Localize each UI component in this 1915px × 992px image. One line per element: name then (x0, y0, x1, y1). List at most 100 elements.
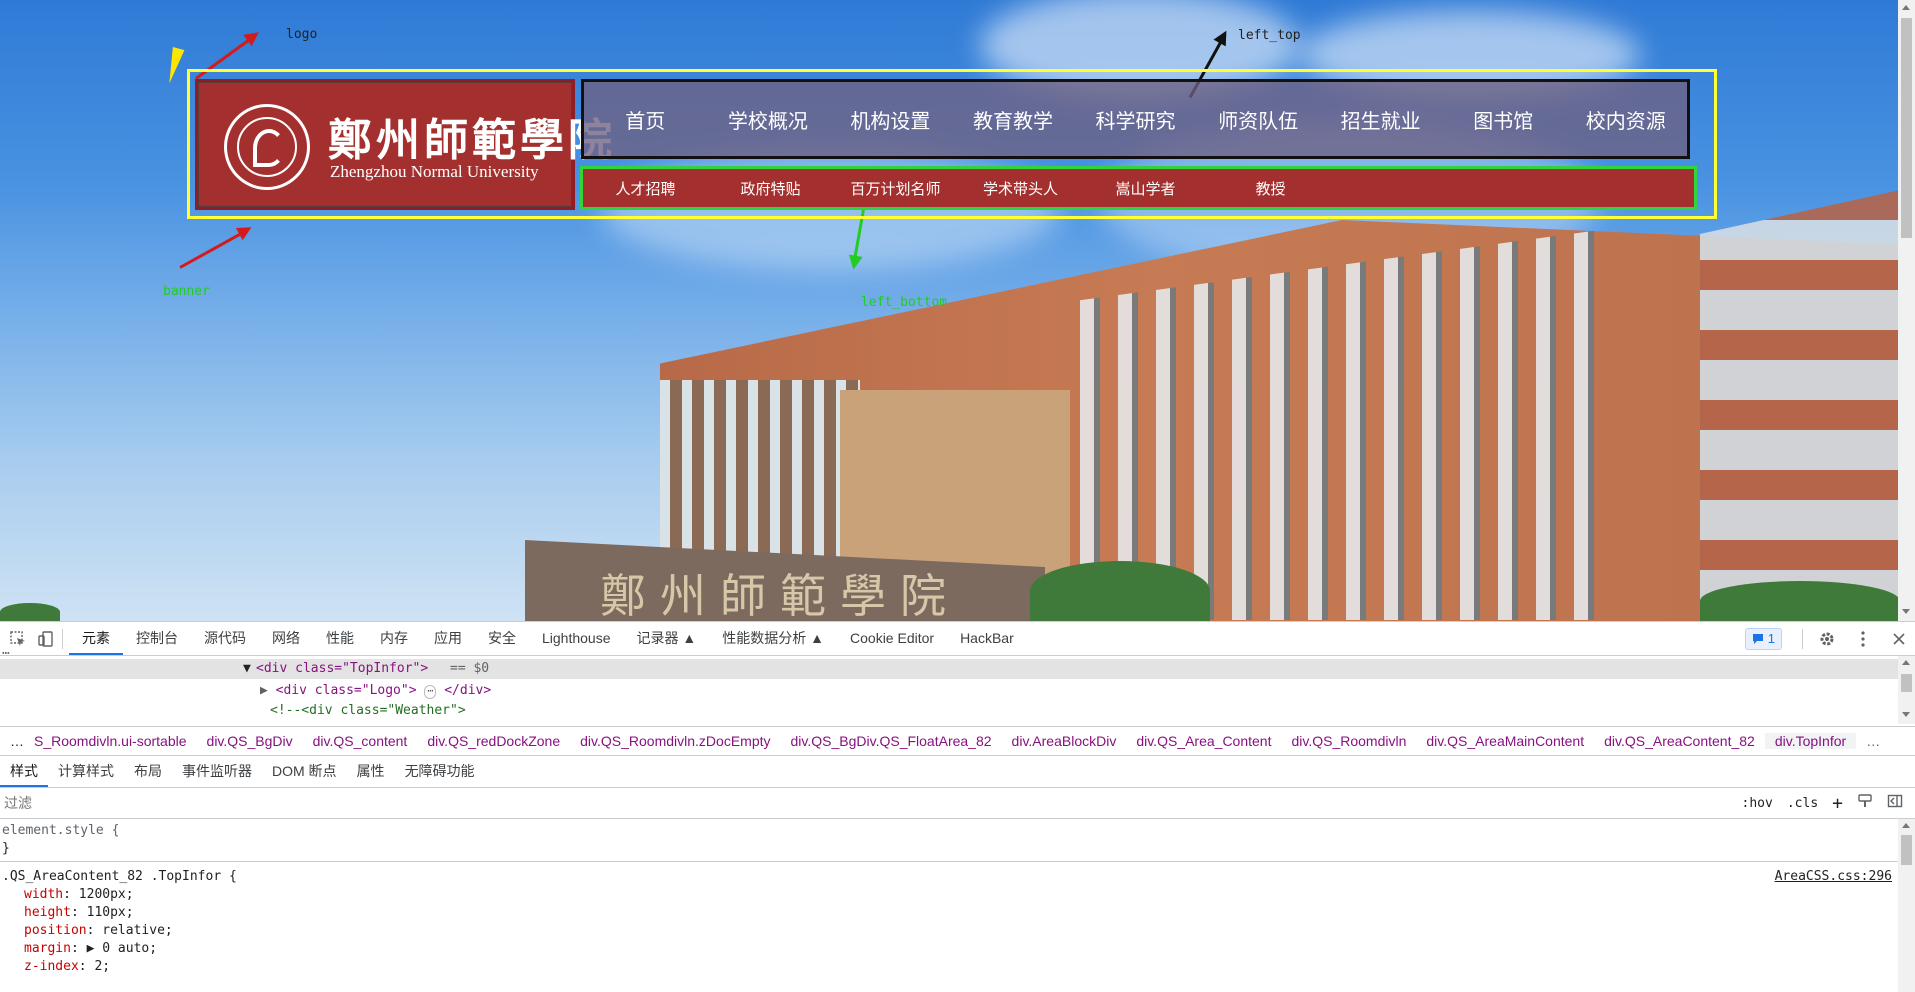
tab-elements[interactable]: 元素 (69, 622, 123, 655)
nav-organization[interactable]: 机构设置 (829, 105, 952, 134)
styles-filter-input[interactable] (0, 790, 1696, 816)
subnav-professors[interactable]: 教授 (1208, 178, 1333, 199)
nav-research[interactable]: 科学研究 (1074, 105, 1197, 134)
tab-performance[interactable]: 性能 (313, 622, 367, 655)
new-rule-button[interactable]: + (1832, 793, 1843, 814)
breadcrumb-item[interactable]: div.QS_redDockZone (417, 733, 570, 749)
expand-triangle-icon[interactable]: ▼ (243, 659, 251, 679)
settings-gear-icon[interactable] (1817, 629, 1837, 649)
nav-school-overview[interactable]: 学校概况 (707, 105, 830, 134)
tab-sources[interactable]: 源代码 (191, 622, 259, 655)
devtools-right-actions: 1 (1744, 622, 1915, 655)
tab-cookie-editor[interactable]: Cookie Editor (837, 622, 947, 655)
tab-event-listeners[interactable]: 事件监听器 (172, 755, 262, 787)
dom-node-selected[interactable]: ▼ <div class="TopInfor"> == $0 (0, 659, 1898, 679)
breadcrumb-overflow-left[interactable]: … (0, 733, 34, 749)
tab-memory[interactable]: 内存 (367, 622, 421, 655)
subnav-government-allowance[interactable]: 政府特贴 (708, 178, 833, 199)
bush (1030, 561, 1210, 621)
building-right-wing (1700, 190, 1898, 621)
issue-chat-icon (1752, 633, 1763, 644)
nav-faculty[interactable]: 师资队伍 (1197, 105, 1320, 134)
breadcrumb-item[interactable]: div.QS_Area_Content (1126, 733, 1281, 749)
css-declaration[interactable]: z-index: 2; (24, 958, 110, 976)
breadcrumb-item[interactable]: div.QS_Roomdivln (1281, 733, 1416, 749)
paint-brush-icon[interactable] (1857, 793, 1873, 813)
tab-security[interactable]: 安全 (475, 622, 529, 655)
rule-selector[interactable]: .QS_AreaContent_82 .TopInfor { (2, 868, 237, 886)
left-top-annotation: left_top (1238, 28, 1301, 43)
scroll-up-icon[interactable] (1902, 823, 1910, 828)
tab-layout[interactable]: 布局 (124, 755, 172, 787)
tab-properties[interactable]: 属性 (347, 755, 395, 787)
breadcrumb-overflow-right[interactable]: … (1856, 733, 1890, 749)
collapsed-triangle-icon[interactable]: ▶ (260, 683, 268, 698)
page-scrollbar[interactable] (1898, 0, 1915, 621)
scroll-up-icon[interactable] (1902, 5, 1910, 10)
css-declaration[interactable]: width: 1200px; (24, 886, 134, 904)
scroll-down-icon[interactable] (1902, 609, 1910, 614)
device-toolbar-icon[interactable] (36, 629, 56, 649)
breadcrumb-item[interactable]: div.QS_content (303, 733, 418, 749)
tab-lighthouse[interactable]: Lighthouse (529, 622, 624, 655)
more-options-icon[interactable] (1853, 629, 1873, 649)
tab-console[interactable]: 控制台 (123, 622, 191, 655)
css-declaration[interactable]: height: 110px; (24, 904, 134, 922)
tab-network[interactable]: 网络 (259, 622, 313, 655)
issues-badge[interactable]: 1 (1744, 627, 1782, 650)
subnav-recruitment[interactable]: 人才招聘 (583, 178, 708, 199)
university-logo[interactable]: 鄭州師範學院 Zhengzhou Normal University (195, 79, 612, 210)
nav-home[interactable]: 首页 (584, 105, 707, 134)
scroll-thumb[interactable] (1901, 18, 1912, 238)
breadcrumb-item[interactable]: div.QS_AreaMainContent (1416, 733, 1594, 749)
scroll-down-icon[interactable] (1902, 712, 1910, 717)
tab-computed[interactable]: 计算样式 (48, 755, 124, 787)
breadcrumb-item[interactable]: div.QS_AreaContent_82 (1594, 733, 1765, 749)
breadcrumb-item[interactable]: div.AreaBlockDiv (1002, 733, 1127, 749)
css-declaration[interactable]: position: relative; (24, 922, 173, 940)
nav-library[interactable]: 图书馆 (1442, 105, 1565, 134)
banner-annotation: banner (163, 284, 210, 299)
breadcrumb-item[interactable]: div.QS_Roomdivln.zDocEmpty (570, 733, 780, 749)
tab-styles[interactable]: 样式 (0, 755, 48, 787)
breadcrumb-item[interactable]: div.QS_BgDiv.QS_FloatArea_82 (781, 733, 1002, 749)
tab-dom-breakpoints[interactable]: DOM 断点 (262, 755, 347, 787)
styles-pane: element.style { } .QS_AreaContent_82 .To… (0, 819, 1898, 992)
toolbar-divider (1802, 628, 1803, 649)
subnav-academic-leaders[interactable]: 学术带头人 (958, 178, 1083, 199)
nav-education[interactable]: 教育教学 (952, 105, 1075, 134)
scroll-up-icon[interactable] (1902, 660, 1910, 665)
scroll-thumb[interactable] (1901, 674, 1912, 692)
breadcrumb-item[interactable]: S_Roomdivln.ui-sortable (34, 733, 197, 749)
element-style-selector[interactable]: element.style { (2, 822, 119, 840)
styles-scrollbar[interactable] (1898, 819, 1915, 992)
collapsed-content-icon[interactable]: ⋯ (424, 685, 437, 699)
tab-accessibility[interactable]: 无障碍功能 (395, 755, 485, 787)
element-style-close: } (2, 841, 10, 856)
breadcrumb-item-current[interactable]: div.TopInfor (1764, 733, 1857, 749)
breadcrumb-item[interactable]: div.QS_BgDiv (197, 733, 303, 749)
nav-admissions[interactable]: 招生就业 (1319, 105, 1442, 134)
nav-campus-resources[interactable]: 校内资源 (1565, 105, 1688, 134)
dom-scrollbar[interactable] (1898, 656, 1915, 724)
toggle-sidebar-icon[interactable] (1887, 793, 1903, 813)
tab-recorder[interactable]: 记录器 ▲ (624, 622, 710, 655)
toolbar-divider (62, 628, 63, 649)
tab-performance-insights[interactable]: 性能数据分析 ▲ (709, 622, 837, 655)
css-declaration[interactable]: margin: ▶ 0 auto; (24, 940, 157, 958)
dom-comment-weather[interactable]: <!--<div class="Weather"> (270, 701, 466, 721)
rule-source-link[interactable]: AreaCSS.css:296 (1775, 868, 1892, 886)
scroll-thumb[interactable] (1901, 835, 1912, 865)
tab-hackbar[interactable]: HackBar (947, 622, 1027, 655)
bush (0, 603, 60, 621)
styles-filter-row: :hov .cls + (0, 788, 1915, 819)
subnav-songshan-scholars[interactable]: 嵩山学者 (1083, 178, 1208, 199)
class-toggle-button[interactable]: .cls (1787, 796, 1818, 811)
subnav-million-plan[interactable]: 百万计划名师 (833, 178, 958, 199)
tab-application[interactable]: 应用 (421, 622, 475, 655)
dom-logo-tag: <div class="Logo"> (275, 683, 417, 698)
dom-node-logo[interactable]: ▶ <div class="Logo"> ⋯ </div> (260, 681, 491, 701)
inspect-element-icon[interactable] (8, 629, 28, 649)
hover-state-button[interactable]: :hov (1742, 796, 1773, 811)
close-devtools-icon[interactable] (1889, 629, 1909, 649)
